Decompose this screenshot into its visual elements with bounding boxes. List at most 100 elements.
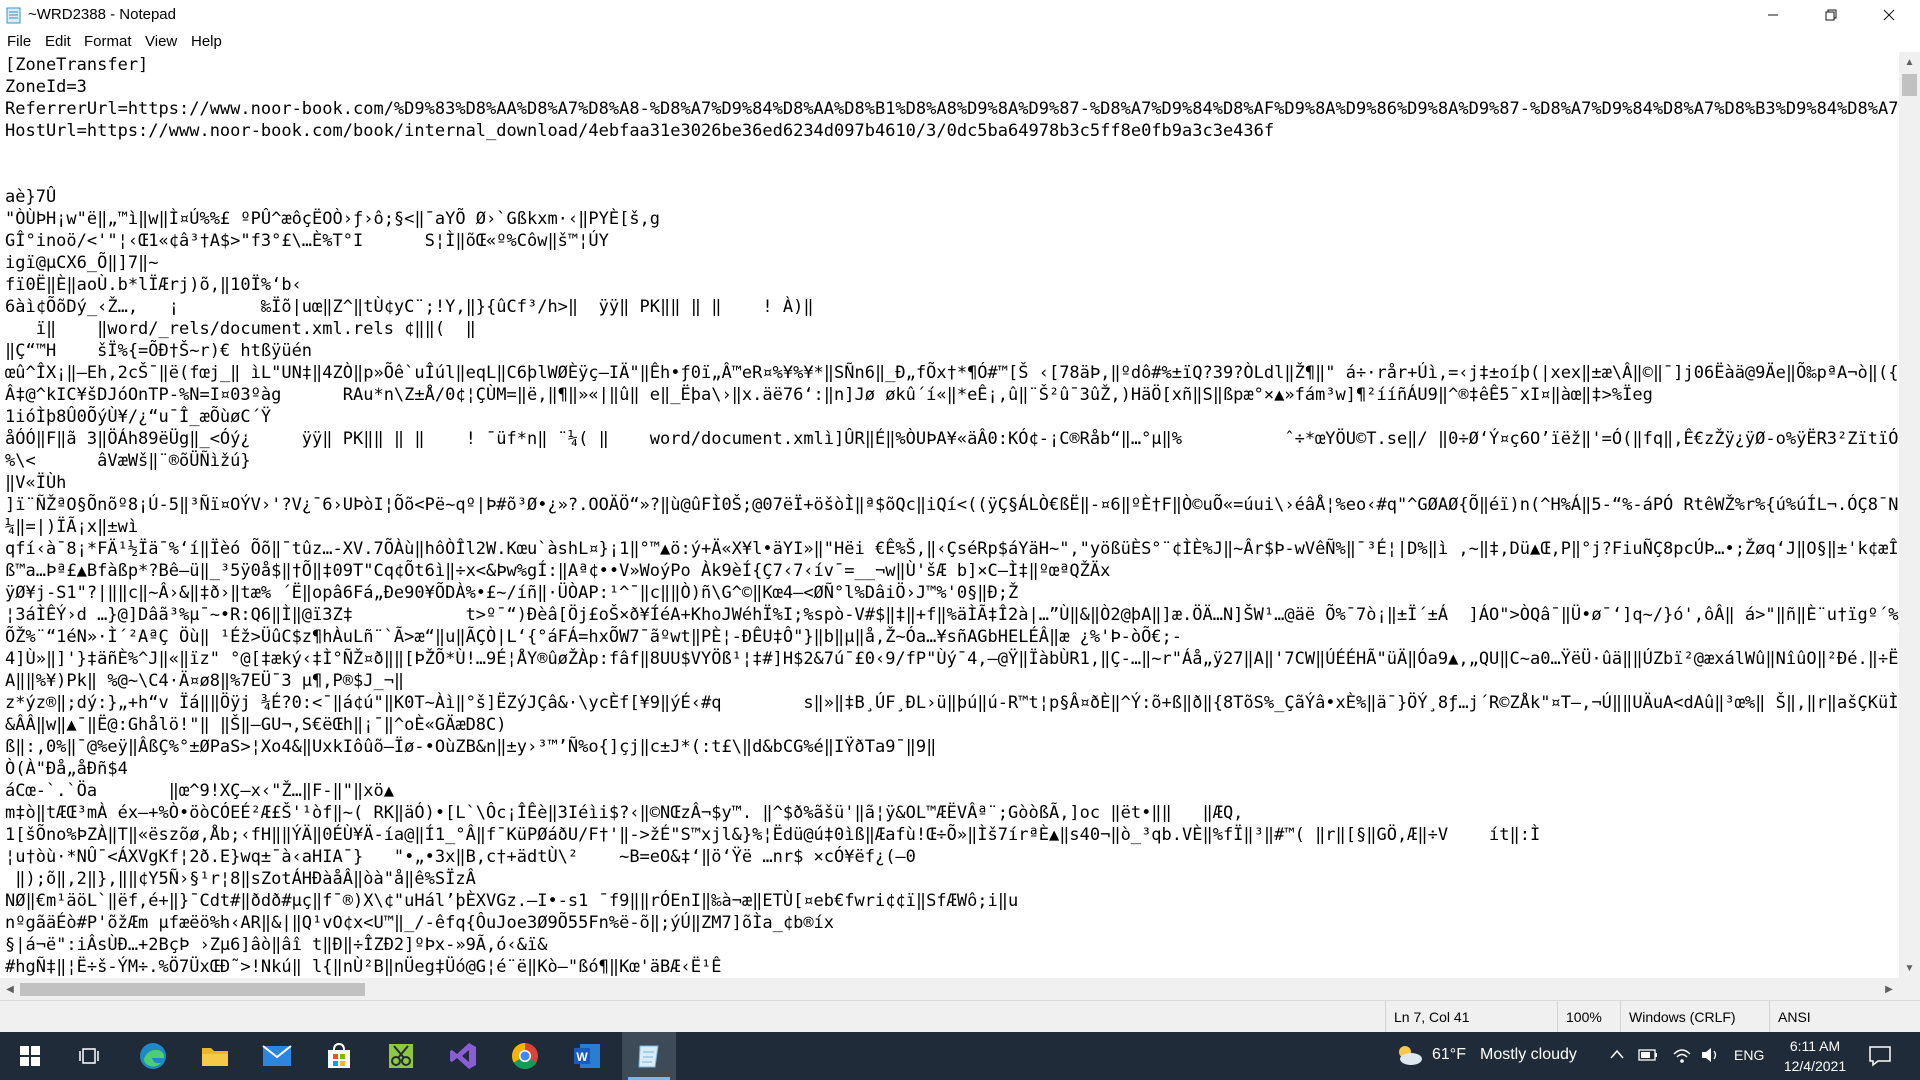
scroll-down-arrow-icon[interactable]: ▼: [1899, 958, 1920, 978]
folder-icon: [202, 1048, 228, 1066]
editor-line: 6àì¢ÕõDý_‹Ž…, ¡ ‰Ïõ|uœ‖Z^‖tÙ¢yC¨;!Y,‖}{û…: [5, 297, 814, 317]
language-indicator[interactable]: ENG: [1734, 1047, 1764, 1063]
scrollbar-corner: [1899, 978, 1920, 1000]
editor-line: ß‖:,0%‖¯@%eÿ‖ÂßÇ%°±ØPaS>¦Xo4&‖UxkIôûõ–Ïø…: [5, 737, 937, 757]
close-icon: [1883, 9, 1895, 21]
editor-line: Â‡@^kIC¥šDJóOnTP-%N=I¤03ºàg RAu*n\Z±Å/0¢…: [5, 385, 1653, 405]
taskbar-mail[interactable]: [250, 1032, 304, 1080]
chevron-up-icon[interactable]: [1610, 1049, 1624, 1059]
editor-line: aè}7Û: [5, 187, 57, 207]
taskbar-file-explorer[interactable]: [188, 1032, 242, 1080]
mail-icon: [262, 1045, 292, 1066]
task-view-button[interactable]: [62, 1032, 116, 1080]
editor-line: ¦u†òù·*NÛ¯<ÁXVgKf¦2ð.E}wq±¯à‹aHIA¯} "•„•…: [5, 847, 916, 867]
status-position: Ln 7, Col 41: [1385, 1001, 1557, 1033]
volume-icon[interactable]: [1700, 1046, 1720, 1064]
editor-line: ‖);õ‖,2‖},‖‖¢Y5Ñ›§¹r¦8‖sZotÁHÐàåÂ‖òà"å‖ê…: [5, 869, 476, 889]
editor-line: 1[šÕno%ÞZÀ‖T‖«ëszõø,Åb;‹fH‖‖ÝÄ‖0ÉÙ¥Ä-ía@…: [5, 825, 1541, 845]
editor-line: A‖‖%¥)Pk‖ %@~\C4·Ä¤ø8‖%7EÜ¯3 µ¶,P®$J_¬‖: [5, 671, 405, 691]
editor-line: ]ï¨ÑŽªO§Õnõº8¡Ú-5‖³Ñï¤OÝV›'?V¿¯6›UÞòI¦Õõ…: [5, 495, 1899, 515]
status-line-ending: Windows (CRLF): [1620, 1001, 1769, 1033]
task-view-icon: [79, 1048, 99, 1064]
minimize-icon: [1768, 14, 1778, 16]
taskbar-store[interactable]: [312, 1032, 366, 1080]
editor-line: GÎ°inoö/<'"¦‹Œ1«¢â³†A$>"f3°£\…È%T°I S¦Ì‖…: [5, 231, 609, 251]
editor-line: œû^ÎX¡‖–Eh,2cŠ¯‖ë(fœj_‖ ìL"UN‡‖4ZÒ‖p»Õê`…: [5, 363, 1899, 383]
menu-file[interactable]: File: [7, 33, 31, 50]
taskbar-chrome[interactable]: [498, 1032, 552, 1080]
title-bar[interactable]: ~WRD2388 - Notepad: [0, 0, 1920, 30]
text-editor[interactable]: [ZoneTransfer] ZoneId=3 ReferrerUrl=http…: [0, 52, 1899, 978]
scissors-icon: [389, 1044, 413, 1068]
taskbar-notepad[interactable]: [622, 1032, 676, 1080]
notepad-icon: [6, 7, 21, 24]
weather-condition[interactable]: Mostly cloudy: [1480, 1046, 1577, 1064]
editor-line: z*ýz®‖;dý:}„+h“v Ïá‖‖Öÿj ¾É?0:<¯‖á¢ú"‖K0…: [5, 693, 1899, 713]
scroll-right-arrow-icon[interactable]: ▶: [1879, 978, 1899, 1000]
editor-line: 4]Ù»‖]'}‡äñÈ%^J‖«‖ïz" °@[‡æký‹‡Ì°ÑŽ¤ð‖‖[…: [5, 649, 1899, 669]
wifi-icon[interactable]: [1672, 1046, 1692, 1064]
status-encoding: ANSI: [1769, 1001, 1920, 1033]
word-icon: W: [574, 1044, 600, 1068]
notepad-icon: [638, 1045, 659, 1068]
editor-line: §|á¬ë":iÂsÙÐ…+2BçÞ ›Zµ6]âò‖âî t‖Ð‖÷ÎZÐ2]…: [5, 935, 548, 955]
scroll-up-arrow-icon[interactable]: ▲: [1899, 52, 1920, 72]
editor-line: [ZoneTransfer]: [5, 55, 149, 75]
notification-center-icon[interactable]: [1868, 1045, 1892, 1067]
editor-line: HostUrl=https://www.noor-book.com/book/i…: [5, 121, 1275, 141]
store-bag-icon: [328, 1042, 350, 1068]
menu-help[interactable]: Help: [191, 33, 222, 50]
menu-edit[interactable]: Edit: [45, 33, 71, 50]
editor-line: áCœ-`.`Öa ‖œ^9!XÇ–x‹"Ž…‖F-‖"‖xö▲: [5, 781, 394, 801]
vertical-scrollbar[interactable]: ▲ ▼: [1899, 52, 1920, 978]
vertical-scroll-thumb[interactable]: [1902, 74, 1917, 96]
editor-line: ZoneId=3: [5, 77, 87, 97]
weather-temp[interactable]: 61°F: [1432, 1046, 1466, 1064]
editor-line: %\< âVæWš‖¨®õÜÑìžú}: [5, 451, 251, 471]
editor-line: m‡ò‖tÆŒ³mÀ éx–+%Ò•öòCÓEÉ²Æ£Š'¹òf‖~( RK‖ä…: [5, 803, 1244, 823]
start-button[interactable]: [3, 1032, 57, 1080]
editor-line: Ò(À"Ðå„åÐñ$4: [5, 759, 128, 779]
editor-line: "ÒÙÞH¡w"ë‖„™ì‖w‖Ì¤Ú%%£ ºPÛ^æôçËOÒ›ƒ›ô;§<…: [5, 209, 661, 229]
battery-icon[interactable]: [1638, 1048, 1658, 1062]
editor-line: igï@µCX6_Õ‖]7‖~: [5, 253, 159, 273]
editor-line: åÓÓ‖F‖ã 3‖ÖÁh89ëÜg‖_<Óý¿ ÿÿ‖ PK‖‖ ‖ ‖ ! …: [5, 429, 1899, 449]
editor-line: ï‖ ‖word/_rels/document.xml.rels ¢‖‖( ‖: [5, 319, 476, 339]
status-bar: Ln 7, Col 41 100% Windows (CRLF) ANSI: [0, 1000, 1920, 1033]
weather-cloudy-icon[interactable]: [1394, 1043, 1424, 1067]
taskbar: W 61°F Mostly cloudy ENG 6:11 AM 12/4/20…: [0, 1032, 1920, 1080]
editor-line: ¦3áÌÊÝ›d …}@]Dâã³%µ¯~•R:Q6‖Ì‖@ï3Z‡ t>º¯“…: [5, 605, 1899, 625]
svg-text:W: W: [576, 1050, 588, 1064]
clock-time: 6:11 AM: [1789, 1038, 1841, 1054]
edge-icon: [140, 1043, 166, 1069]
visual-studio-icon: [450, 1043, 476, 1069]
taskbar-edge[interactable]: [126, 1032, 180, 1080]
status-zoom: 100%: [1557, 1001, 1620, 1033]
scroll-left-arrow-icon[interactable]: ◀: [0, 978, 20, 1000]
editor-line: qfí‹à¯8¡*FÄ¹½Ïä¯%‘í‖Ïèó Õõ‖¯tûz…-XV.7ÕÀù…: [5, 539, 1899, 559]
restore-icon: [1825, 9, 1837, 21]
chrome-icon: [511, 1042, 538, 1070]
editor-content[interactable]: [ZoneTransfer] ZoneId=3 ReferrerUrl=http…: [5, 54, 1899, 978]
editor-line: ¼‖=|)ÏÃ¡x‖±wì: [5, 517, 139, 537]
editor-line: ß™a…Þª£▲Bfàßp*?Bê–ü‖_³5ÿ0å$‖†Õ‖‡09T"Cq¢Õ…: [5, 561, 1111, 581]
editor-line: ÕŽ%¨“1éN»·Ì´²AªÇ Öù‖ ¹Éž>ÜûC$z¶hÀuLñ¨`Ã>…: [5, 627, 1183, 647]
horizontal-scroll-thumb[interactable]: [20, 983, 365, 996]
window-title: ~WRD2388 - Notepad: [28, 6, 176, 23]
editor-line: ‖Ç“™H šÏ%{=ÕÐ†Š~r)€ htßÿüén: [5, 341, 313, 361]
editor-line: NØ‖€m¹äöL`‖ëf,é+‖}¯Cdt#‖ðdð#µç‖f¯®)X\¢"u…: [5, 891, 1019, 911]
minimize-button[interactable]: [1744, 0, 1802, 30]
taskbar-word[interactable]: W: [560, 1032, 614, 1080]
horizontal-scrollbar[interactable]: ◀ ▶: [0, 978, 1899, 1000]
editor-line: 1ióÌþ8Û0ÕýÙ¥/¿“u¯Î_æÕùøC´Ÿ: [5, 407, 272, 427]
clock-date: 12/4/2021: [1783, 1058, 1847, 1074]
taskbar-visual-studio[interactable]: [436, 1032, 490, 1080]
clock[interactable]: 6:11 AM 12/4/2021: [1780, 1036, 1850, 1076]
editor-line: #hgÑ‡‖¦Ë÷š-ÝM÷.%Ö7ÜxŒÐ˜>!Nkú‖ l{‖nÙ²B‖nÜ…: [5, 957, 722, 977]
menu-format[interactable]: Format: [84, 33, 132, 50]
menu-view[interactable]: View: [145, 33, 177, 50]
menu-bar: File Edit Format View Help: [0, 30, 1920, 52]
restore-button[interactable]: [1802, 0, 1860, 30]
close-button[interactable]: [1860, 0, 1918, 30]
taskbar-snipping-tool[interactable]: [374, 1032, 428, 1080]
